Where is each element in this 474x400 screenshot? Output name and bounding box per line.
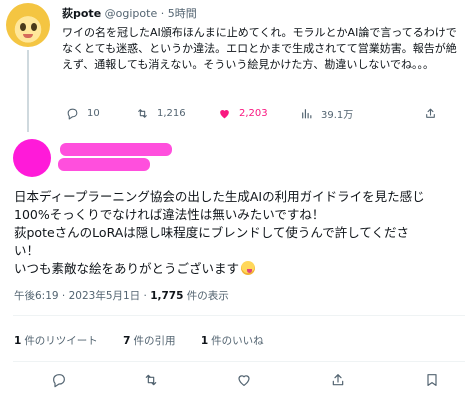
- stat-label: 件のいいね: [211, 335, 264, 347]
- redacted-display-name: [60, 143, 172, 156]
- savoring-food-emoji: [241, 261, 256, 275]
- divider: [13, 315, 465, 316]
- share-button[interactable]: [424, 105, 445, 121]
- retweet-icon: [145, 374, 157, 386]
- views-label: 件の表示: [183, 290, 229, 302]
- stat-count: 1: [200, 335, 209, 347]
- like-button[interactable]: [236, 372, 252, 388]
- tweet-metadata: 午後6:19 · 2023年5月1日 · 1,775 件の表示: [14, 289, 229, 303]
- tweet-action-bar: [0, 370, 474, 390]
- retweet-button[interactable]: 1,216: [136, 105, 186, 121]
- tweet-text: 日本ディープラーニング協会の出した生成AIの利用ガイドライを見た感じ 100%そ…: [14, 188, 466, 278]
- retweets-stat[interactable]: 1 件のリツイート: [14, 334, 98, 348]
- likes-stat[interactable]: 1 件のいいね: [201, 334, 264, 348]
- separator-dot: ·: [160, 7, 165, 20]
- reply-button[interactable]: 10: [66, 105, 100, 121]
- analytics-icon: [300, 107, 313, 120]
- tweet-text-line: 100%そっくりでなければ違法性は無いみたいですね！: [14, 207, 325, 222]
- tweet-text-line: 日本ディープラーニング協会の出した生成AIの利用ガイドライを見た感じ: [14, 189, 425, 204]
- thread-connector-line: [27, 50, 29, 132]
- avatar-mouth: [23, 34, 33, 38]
- tweet-time[interactable]: 5時間: [168, 7, 197, 20]
- views-button[interactable]: 39.1万: [300, 105, 353, 121]
- tweet-text-line: いつも素敵な絵をありがとうございます: [14, 260, 466, 278]
- like-count: 2,203: [239, 107, 268, 119]
- retweet-count: 1,216: [157, 107, 186, 119]
- redacted-user-handle: [58, 158, 150, 171]
- tweet-text: ワイの名を冠したAI頒布ほんまに止めてくれ。モラルとかAI論で言ってるわけでなく…: [62, 26, 457, 71]
- divider: [13, 361, 465, 362]
- user-handle[interactable]: @ogipote: [105, 7, 158, 20]
- avatar[interactable]: [6, 3, 50, 47]
- tweet-text-line: 荻poteさんのLoRAは隠し味程度にブレンドして使うんで許してくださ: [14, 225, 410, 240]
- tweet-timestamp[interactable]: 午後6:19 · 2023年5月1日 ·: [14, 290, 150, 302]
- view-count: 39.1万: [321, 109, 354, 121]
- avatar-redacted[interactable]: [13, 139, 51, 177]
- parent-tweet[interactable]: 荻pote @ogipote · 5時間 ワイの名を冠したAI頒布ほんまに止めて…: [0, 0, 474, 132]
- bookmark-button[interactable]: [424, 372, 440, 388]
- quotes-stat[interactable]: 7 件の引用: [123, 334, 175, 348]
- reply-button[interactable]: [51, 372, 67, 388]
- reply-icon: [66, 107, 79, 120]
- avatar-eye: [20, 23, 26, 31]
- reply-count: 10: [87, 107, 100, 119]
- avatar-ear: [6, 3, 24, 19]
- stat-label: 件のリツイート: [24, 335, 98, 347]
- avatar-eye: [31, 23, 37, 31]
- like-button[interactable]: 2,203: [218, 105, 268, 121]
- engagement-stats: 1 件のリツイート 7 件の引用 1 件のいいね: [14, 334, 286, 348]
- share-icon: [332, 374, 344, 386]
- avatar-ear: [32, 3, 50, 19]
- retweet-icon: [136, 107, 149, 120]
- heart-icon: [238, 375, 250, 386]
- display-name[interactable]: 荻pote: [62, 7, 101, 20]
- heart-filled-icon: [218, 107, 231, 120]
- views-count: 1,775: [150, 290, 184, 302]
- reply-icon: [53, 374, 65, 388]
- share-icon: [424, 107, 437, 120]
- share-button[interactable]: [330, 372, 346, 388]
- stat-label: 件の引用: [133, 335, 176, 347]
- retweet-button[interactable]: [143, 372, 159, 388]
- stat-count: 1: [14, 335, 22, 347]
- tweet-header: 荻pote @ogipote · 5時間: [62, 7, 197, 21]
- tweet-text-segment: いつも素敵な絵をありがとうございます: [14, 261, 240, 276]
- stat-count: 7: [123, 335, 131, 347]
- tweet-text-line: い！: [14, 243, 40, 258]
- bookmark-icon: [427, 374, 437, 386]
- tweet-action-bar: 10 1,216 2,203 39.1万: [62, 105, 442, 121]
